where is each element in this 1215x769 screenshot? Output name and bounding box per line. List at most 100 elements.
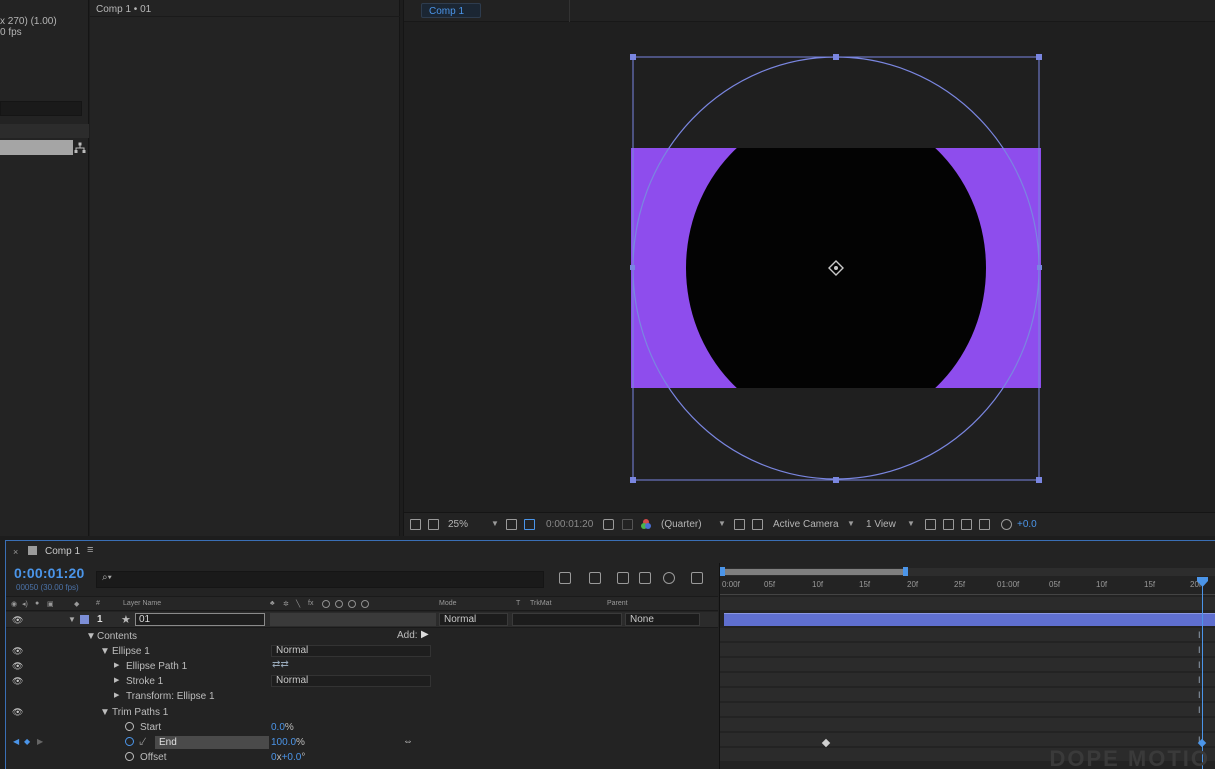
offset-degrees[interactable]: +0.0: [282, 752, 302, 763]
eye-icon[interactable]: 👁: [12, 676, 23, 687]
monitor-icon[interactable]: [428, 519, 439, 530]
contents-group[interactable]: Contents: [97, 631, 137, 642]
path-direction-icon[interactable]: ⇄⇄: [272, 659, 289, 670]
start-value[interactable]: 0.0%: [271, 722, 294, 733]
time-ruler[interactable]: 0:00f 05f 10f 15f 20f 25f 01:00f 05f 10f…: [720, 578, 1215, 595]
eye-icon[interactable]: 👁: [12, 707, 23, 718]
search-icon[interactable]: ⌕▾: [102, 572, 112, 583]
motion-blur-switch-icon[interactable]: [335, 600, 343, 608]
view-layout-select[interactable]: 1 View: [866, 519, 896, 530]
fast-previews-icon[interactable]: [943, 519, 954, 530]
layer-switches[interactable]: [270, 613, 436, 626]
ellipse-1-group[interactable]: Ellipse 1: [112, 646, 150, 657]
solo-switch-icon[interactable]: ●: [35, 600, 39, 607]
quality-switch-icon[interactable]: ╲: [296, 600, 300, 608]
video-switch-icon[interactable]: ◉: [11, 600, 17, 608]
timeline-graph[interactable]: 0:00f 05f 10f 15f 20f 25f 01:00f 05f 10f…: [719, 563, 1215, 769]
chevron-down-icon[interactable]: ▼: [491, 519, 499, 528]
flowchart-icon[interactable]: [979, 519, 990, 530]
expand-triangle-icon[interactable]: ▶: [114, 661, 119, 669]
zoom-select[interactable]: 25%: [448, 519, 468, 530]
end-number[interactable]: 100.0: [271, 737, 296, 748]
adjustment-layer-switch-icon[interactable]: [348, 600, 356, 608]
column-mode[interactable]: Mode: [439, 600, 457, 607]
project-search-input[interactable]: [0, 101, 82, 116]
timeline-icon[interactable]: [961, 519, 972, 530]
playhead-line[interactable]: [1202, 581, 1203, 769]
audio-switch-icon[interactable]: ◂): [22, 600, 28, 608]
exposure-value[interactable]: +0.0: [1017, 519, 1037, 530]
stroke-1-property[interactable]: Stroke 1: [126, 676, 163, 687]
work-area-start-handle[interactable]: [720, 567, 725, 576]
draft-3d-icon[interactable]: [589, 572, 601, 584]
collapse-switch-icon[interactable]: ✲: [283, 600, 289, 608]
stopwatch-active-icon[interactable]: [125, 737, 134, 746]
color-channels-icon[interactable]: [640, 518, 652, 530]
stopwatch-icon[interactable]: [125, 752, 134, 761]
exposure-reset-icon[interactable]: [1001, 519, 1012, 530]
transform-ellipse-1-property[interactable]: Transform: Ellipse 1: [126, 691, 215, 702]
eye-icon[interactable]: 👁: [12, 615, 23, 626]
panel-menu-icon[interactable]: ≡: [87, 544, 93, 556]
end-value[interactable]: 100.0%: [271, 737, 305, 748]
current-time[interactable]: 0:00:01:20: [14, 565, 85, 581]
eye-icon[interactable]: 👁: [12, 646, 23, 657]
column-layer-name[interactable]: Layer Name: [123, 600, 161, 607]
flowchart-icon[interactable]: [74, 142, 86, 154]
close-icon[interactable]: ×: [13, 547, 18, 557]
layer-label-color[interactable]: [80, 615, 89, 624]
layer-mode-select[interactable]: Normal: [439, 613, 508, 626]
next-keyframe-icon[interactable]: ▶: [37, 737, 43, 746]
chevron-down-icon[interactable]: ▼: [907, 519, 915, 528]
expand-triangle-icon[interactable]: ▶: [114, 691, 119, 699]
tab-comp-1[interactable]: Comp 1: [421, 3, 481, 18]
frame-blend-switch-icon[interactable]: [322, 600, 330, 608]
prev-keyframe-icon[interactable]: ◀: [13, 737, 19, 746]
effect-controls-tab[interactable]: Comp 1 • 01: [96, 4, 151, 15]
trkmat-select[interactable]: [512, 613, 622, 626]
offset-value[interactable]: 0x+0.0°: [271, 752, 305, 763]
lock-icon[interactable]: ▣: [47, 600, 54, 608]
ellipse-1-blend-mode-select[interactable]: Normal: [271, 645, 431, 657]
camera-select[interactable]: Active Camera: [773, 519, 839, 530]
column-trkmat[interactable]: TrkMat: [530, 600, 552, 607]
work-area-end-handle[interactable]: [903, 567, 908, 576]
chevron-down-icon[interactable]: ▼: [847, 519, 855, 528]
comp-canvas[interactable]: [404, 22, 1215, 512]
mask-visibility-icon[interactable]: [524, 519, 535, 530]
expand-triangle-icon[interactable]: ▼: [100, 646, 110, 657]
start-number[interactable]: 0.0: [271, 722, 285, 733]
graph-icon[interactable]: ⌞∕: [139, 736, 145, 747]
motion-blur-icon[interactable]: [663, 572, 675, 584]
transparency-grid-icon[interactable]: [752, 519, 763, 530]
always-preview-icon[interactable]: [410, 519, 421, 530]
expand-triangle-icon[interactable]: ▼: [100, 707, 110, 718]
trim-paths-1-group[interactable]: Trim Paths 1: [112, 707, 168, 718]
layer-name-field[interactable]: 01: [135, 613, 265, 626]
tab-comp-1[interactable]: Comp 1: [45, 546, 80, 557]
column-parent[interactable]: Parent: [607, 600, 628, 607]
add-keyframe-icon[interactable]: ◆: [24, 737, 30, 746]
effect-switch-icon[interactable]: fx: [308, 600, 313, 607]
end-property-label[interactable]: End: [155, 736, 269, 749]
stroke-blend-mode-select[interactable]: Normal: [271, 675, 431, 687]
work-area-bar[interactable]: [722, 569, 906, 575]
layer-duration-bar[interactable]: [724, 613, 1215, 626]
camera-icon[interactable]: [603, 519, 614, 530]
project-item-selected[interactable]: [0, 140, 73, 155]
expand-triangle-icon[interactable]: ▶: [114, 676, 119, 684]
layer-row[interactable]: 👁 ▼ 1 ★ 01 Normal None: [6, 612, 718, 628]
ellipse-path-1-property[interactable]: Ellipse Path 1: [126, 661, 187, 672]
stopwatch-icon[interactable]: [125, 722, 134, 731]
toggle-pixel-aspect-icon[interactable]: [925, 519, 936, 530]
viewer-timecode[interactable]: 0:00:01:20: [546, 519, 593, 530]
add-menu-icon[interactable]: ▶: [421, 629, 429, 640]
playhead-handle-icon[interactable]: [1197, 577, 1208, 587]
grid-icon[interactable]: [506, 519, 517, 530]
resolution-select[interactable]: (Quarter): [661, 519, 702, 530]
expand-triangle-icon[interactable]: ▼: [68, 615, 76, 624]
show-snapshot-icon[interactable]: [622, 519, 633, 530]
parent-select[interactable]: None: [625, 613, 700, 626]
frame-blending-icon[interactable]: [639, 572, 651, 584]
shy-switch-icon[interactable]: ♣: [270, 600, 275, 607]
